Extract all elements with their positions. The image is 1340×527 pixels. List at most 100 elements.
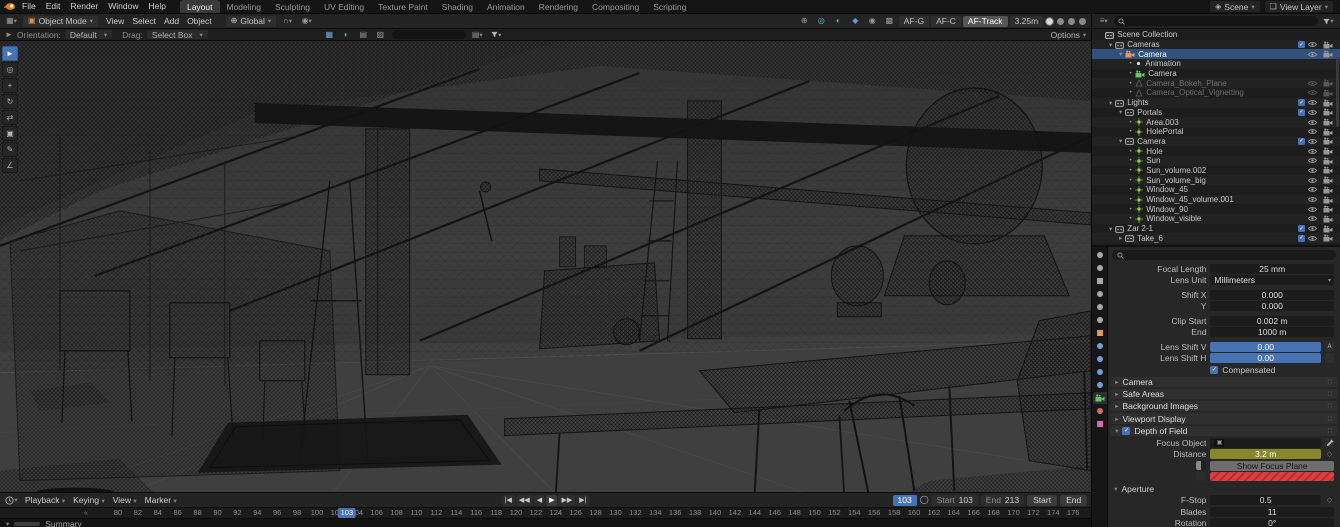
outliner-row-sun[interactable]: •Sun <box>1092 156 1340 166</box>
render-visibility-icon[interactable] <box>1323 118 1333 126</box>
outliner-row-zar-2-1[interactable]: ▾Zar 2-1✓ <box>1092 224 1340 234</box>
timeline-menu-playback[interactable]: Playback ▾ <box>21 495 69 505</box>
eye-visibility-icon[interactable] <box>1308 157 1317 164</box>
panel-viewport-display[interactable]: ▸ Viewport Display ∷ <box>1111 413 1337 423</box>
render-visibility-icon[interactable] <box>1323 128 1333 136</box>
tab-modifiers[interactable] <box>1093 340 1107 352</box>
outliner-row-window-90[interactable]: •Window_90 <box>1092 204 1340 214</box>
eye-visibility-icon[interactable] <box>1308 109 1317 116</box>
timeline-menu-marker[interactable]: Marker ▾ <box>141 495 181 505</box>
aperture-preview-icon[interactable] <box>1196 472 1206 481</box>
disclosure-icon[interactable]: ▾ <box>1106 99 1115 107</box>
shading-wireframe-toggle[interactable] <box>1046 18 1053 25</box>
tab-world[interactable] <box>1093 314 1107 326</box>
render-visibility-icon[interactable] <box>1323 108 1333 116</box>
ruler-scroll-left-icon[interactable]: « <box>84 508 88 518</box>
summary-label[interactable]: Summary <box>45 519 81 527</box>
outliner-row-cameras[interactable]: ▾Cameras✓ <box>1092 40 1340 50</box>
prev-keyframe-button[interactable]: ◀◀ <box>516 495 533 506</box>
outliner-row-sun-volume-big[interactable]: •Sun_volume_big <box>1092 175 1340 185</box>
outliner-row-hole[interactable]: •Hole <box>1092 146 1340 156</box>
collection-checkbox[interactable]: ✓ <box>1298 41 1305 48</box>
outliner-row-camera-bokeh-plane[interactable]: •Camera_Bokeh_Plane <box>1092 78 1340 88</box>
timeline-menu-view[interactable]: View ▾ <box>109 495 141 505</box>
render-visibility-icon[interactable] <box>1323 205 1333 213</box>
menu-file[interactable]: File <box>17 1 41 11</box>
orientation-dropdown[interactable]: Default ▾ <box>65 30 112 39</box>
overlays-toggle[interactable]: ◎ <box>814 16 829 27</box>
set-start-button[interactable]: Start <box>1027 495 1057 506</box>
snap-vertex-icon[interactable]: ◐ <box>339 29 354 40</box>
eye-visibility-icon[interactable] <box>1308 128 1317 135</box>
panel-depth-of-field[interactable]: ▾ ✓ Depth of Field ∷ <box>1111 426 1337 436</box>
eye-visibility-icon[interactable] <box>1308 51 1317 58</box>
blades-field[interactable]: 11 <box>1210 507 1334 517</box>
tab-scene[interactable] <box>1093 301 1107 313</box>
shift-x-field[interactable]: 0.000 <box>1210 290 1334 300</box>
shading-solid-toggle[interactable] <box>1057 18 1064 25</box>
collection-checkbox[interactable]: ✓ <box>1298 225 1305 232</box>
disclosure-icon[interactable]: • <box>1126 148 1135 155</box>
eye-visibility-icon[interactable] <box>1308 99 1317 106</box>
outliner-row-camera-optical-vignetting[interactable]: •Camera_Optical_Vignetting <box>1092 88 1340 98</box>
outliner-row-window-45[interactable]: •Window_45 <box>1092 185 1340 195</box>
shift-y-field[interactable]: 0.000 <box>1210 301 1334 311</box>
timeline-editor-type-button[interactable]: ▾ <box>4 495 19 506</box>
panel-safe-areas[interactable]: ▸ Safe Areas ∷ <box>1111 389 1337 399</box>
disclosure-icon[interactable]: • <box>1126 196 1135 203</box>
lens-unit-dropdown[interactable]: Millimeters▾ <box>1210 275 1334 285</box>
tab-render[interactable] <box>1093 262 1107 274</box>
eye-visibility-icon[interactable] <box>1308 196 1317 203</box>
panel-camera[interactable]: ▸ Camera ∷ <box>1111 377 1337 387</box>
keyframe-decorator-icon[interactable]: ◇ <box>1325 449 1334 459</box>
render-visibility-icon[interactable] <box>1323 215 1333 223</box>
frame-end-field[interactable]: End213 <box>981 495 1024 506</box>
display-mode-button[interactable]: ▤▾ <box>470 29 485 40</box>
outliner-editor-type-button[interactable]: ≡▾ <box>1096 16 1111 27</box>
horizontal-scrollbar[interactable] <box>14 522 40 526</box>
eye-visibility-icon[interactable] <box>1308 148 1317 155</box>
menu-render[interactable]: Render <box>65 1 103 11</box>
tab-output[interactable] <box>1093 275 1107 287</box>
render-visibility-icon[interactable] <box>1323 147 1333 155</box>
workspace-tab-modeling[interactable]: Modeling <box>220 0 269 13</box>
disclosure-icon[interactable]: • <box>1126 60 1135 67</box>
lens-shift-v-slider[interactable]: 0.00 <box>1210 342 1321 352</box>
eye-visibility-icon[interactable] <box>1308 215 1317 222</box>
tab-view-layer[interactable] <box>1093 288 1107 300</box>
menu-window[interactable]: Window <box>103 1 143 11</box>
timeline-ruler[interactable]: « 80828486889092949698100102104106108110… <box>0 507 1091 518</box>
disclosure-icon[interactable]: • <box>1126 186 1135 193</box>
tab-texture[interactable] <box>1093 418 1107 430</box>
options-button[interactable]: Options <box>1051 30 1080 40</box>
keyframe-decorator-icon[interactable]: ◇ <box>1325 495 1334 505</box>
workspace-tab-shading[interactable]: Shading <box>435 0 480 13</box>
workspace-tab-texture-paint[interactable]: Texture Paint <box>371 0 435 13</box>
render-visibility-icon[interactable] <box>1323 176 1333 184</box>
overlay-b-icon[interactable]: ▨ <box>373 29 388 40</box>
jump-to-end-button[interactable]: ▶| <box>576 495 589 506</box>
workspace-tab-sculpting[interactable]: Sculpting <box>268 0 317 13</box>
tool-settings-search[interactable] <box>392 30 466 39</box>
tool-rotate[interactable]: ↻ <box>2 94 18 109</box>
workspace-tab-uv-editing[interactable]: UV Editing <box>317 0 371 13</box>
eye-visibility-icon[interactable] <box>1308 235 1317 242</box>
focus-object-field[interactable]: ▣ <box>1210 438 1321 448</box>
outliner-row-area-003[interactable]: •Area.003 <box>1092 117 1340 127</box>
outliner-filter-button[interactable]: ▾ <box>1321 16 1336 27</box>
tab-material[interactable] <box>1093 405 1107 417</box>
render-visibility-icon[interactable] <box>1323 137 1333 145</box>
eye-visibility-icon[interactable] <box>1308 89 1317 96</box>
focus-plane-toggle-icon[interactable] <box>1196 461 1206 470</box>
focus-distance-field[interactable]: 3.25m <box>1010 16 1044 27</box>
outliner-row-animation[interactable]: •Animation <box>1092 59 1340 69</box>
workspace-tab-animation[interactable]: Animation <box>480 0 532 13</box>
disclosure-icon[interactable]: ▾ <box>1106 225 1115 233</box>
disclosure-icon[interactable]: ▾ <box>1116 50 1125 58</box>
outliner-row-portals[interactable]: ▾Portals✓ <box>1092 108 1340 118</box>
panel-aperture[interactable]: ▾ Aperture <box>1114 484 1334 494</box>
filter-button[interactable]: ▾ <box>489 29 504 40</box>
disclosure-icon[interactable]: • <box>1126 128 1135 135</box>
chevron-down-icon[interactable]: ▾ <box>6 520 9 527</box>
render-visibility-icon[interactable] <box>1323 166 1333 174</box>
